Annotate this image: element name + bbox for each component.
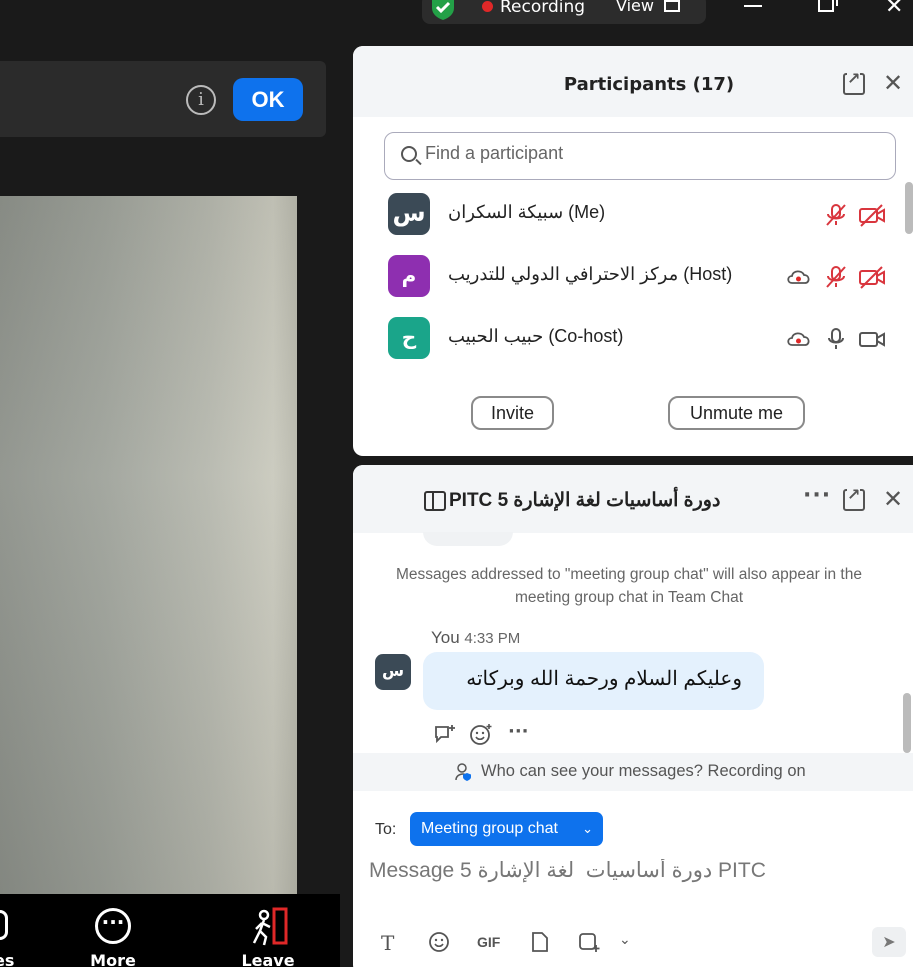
participants-icon[interactable] [0, 910, 8, 940]
message-bubble[interactable]: وعليكم السلام ورحمة الله وبركاته [423, 652, 764, 710]
avatar: ح [388, 317, 430, 359]
video-off-icon[interactable] [858, 203, 886, 227]
add-reaction-icon[interactable] [469, 723, 493, 745]
popout-icon[interactable] [843, 485, 865, 511]
mic-muted-icon[interactable] [824, 265, 848, 289]
restore-window-button[interactable] [818, 0, 838, 12]
message-more-icon[interactable]: ··· [508, 721, 529, 742]
mic-muted-icon[interactable] [824, 203, 848, 227]
ok-button[interactable]: OK [233, 78, 303, 121]
chat-more-options-icon[interactable]: ··· [803, 483, 831, 508]
chevron-down-icon: ⌄ [582, 821, 593, 836]
participants-title: Participants (17) [563, 74, 735, 95]
reply-icon[interactable] [433, 723, 457, 745]
participant-name: سبيكة السكران (Me) [448, 202, 606, 222]
message-input[interactable] [369, 859, 889, 883]
gif-button[interactable]: GIF [477, 934, 500, 950]
recording-dot-icon [482, 1, 493, 12]
window-titlebar: Recording View ✕ [0, 0, 913, 40]
cloud-recording-icon [787, 332, 810, 346]
video-feed [0, 196, 297, 896]
participant-row[interactable]: س سبيكة السكران (Me) [388, 193, 908, 237]
participant-search[interactable] [384, 132, 896, 180]
user-shield-icon [455, 763, 471, 781]
more-icon[interactable]: ··· [95, 908, 131, 944]
participant-row[interactable]: ح حبيب الحبيب (Co-host) [388, 317, 908, 361]
chat-panel: PITC دورة أساسيات لغة الإشارة 5 ··· ✕ Me… [353, 465, 913, 967]
message-time: 4:33 PM [464, 630, 521, 647]
avatar: س [388, 193, 430, 235]
close-chat-button[interactable]: ✕ [883, 487, 903, 511]
participant-name: حبيب الحبيب (Co-host) [448, 326, 624, 346]
shield-check-icon [432, 0, 454, 20]
unmute-me-button[interactable]: Unmute me [668, 396, 805, 430]
popout-icon[interactable] [843, 69, 865, 95]
screenshot-icon[interactable] [578, 931, 602, 953]
previous-message-bubble [423, 532, 513, 546]
cloud-recording-icon [787, 270, 810, 284]
close-participants-button[interactable]: ✕ [883, 71, 903, 95]
meeting-chat-icon [424, 491, 446, 511]
video-icon[interactable] [858, 327, 886, 351]
participants-header: Participants (17) ✕ [353, 46, 913, 117]
participants-scrollbar[interactable] [905, 182, 913, 234]
toolbar-partial-label[interactable]: es [0, 951, 14, 967]
avatar: م [388, 255, 430, 297]
view-button[interactable]: View [616, 0, 654, 15]
info-icon[interactable]: i [186, 85, 216, 115]
search-input[interactable] [425, 143, 825, 164]
message-sender: You [431, 628, 460, 647]
participant-row[interactable]: م مركز الاحترافي الدولي للتدريب (Host) [388, 255, 908, 299]
avatar: س [375, 654, 411, 690]
visibility-bar[interactable]: Who can see your messages? Recording on [353, 753, 913, 791]
to-label: To: [375, 821, 397, 838]
view-grid-icon[interactable] [664, 0, 680, 12]
leave-button[interactable]: Leave [238, 951, 298, 967]
close-window-button[interactable]: ✕ [885, 0, 905, 19]
mic-icon[interactable] [828, 327, 844, 351]
chat-title: PITC دورة أساسيات لغة الإشارة 5 [449, 490, 721, 511]
send-button[interactable]: ➤ [872, 927, 906, 957]
emoji-icon[interactable] [428, 931, 450, 953]
recording-label: Recording [500, 0, 586, 17]
video-off-icon[interactable] [858, 265, 886, 289]
file-icon[interactable] [530, 931, 550, 953]
visibility-notice[interactable]: Who can see your messages? Recording on [481, 762, 806, 781]
more-button[interactable]: More [80, 951, 146, 967]
participants-panel: Participants (17) ✕ س سبيكة السكران (Me)… [353, 46, 913, 456]
text-format-icon[interactable]: T [381, 931, 394, 955]
recipient-dropdown[interactable]: Meeting group chat ⌄ [410, 812, 603, 846]
recipient-value: Meeting group chat [421, 820, 558, 837]
system-message: Messages addressed to "meeting group cha… [396, 566, 862, 606]
minimize-button[interactable] [744, 5, 762, 7]
invite-button[interactable]: Invite [471, 396, 554, 430]
chat-scrollbar[interactable] [903, 693, 911, 753]
search-icon [401, 146, 417, 162]
leave-icon[interactable] [250, 907, 290, 947]
chevron-down-icon[interactable]: ⌄ [619, 931, 631, 948]
participant-name: مركز الاحترافي الدولي للتدريب (Host) [448, 264, 733, 284]
chat-header: PITC دورة أساسيات لغة الإشارة 5 ··· ✕ [353, 465, 913, 533]
message-meta: You 4:33 PM [431, 628, 520, 648]
